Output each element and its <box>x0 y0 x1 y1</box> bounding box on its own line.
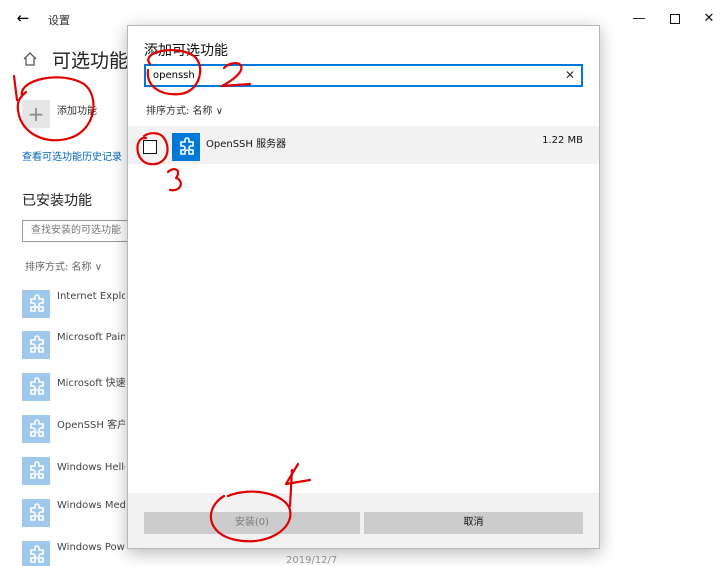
puzzle-icon <box>22 331 50 359</box>
dialog-footer: 安装(0) 取消 <box>128 493 599 548</box>
feature-history-link[interactable]: 查看可选功能历史记录 <box>22 148 122 163</box>
installed-feature-name[interactable]: Windows Hello 人脸 <box>57 458 125 473</box>
puzzle-icon <box>22 415 50 443</box>
back-arrow-icon[interactable]: ← <box>13 8 33 28</box>
puzzle-icon <box>172 133 200 161</box>
installed-feature-name[interactable]: Windows PowerShell ISE <box>57 542 125 553</box>
feature-name: OpenSSH 服务器 <box>206 139 287 150</box>
feature-checkbox[interactable] <box>143 140 157 154</box>
installed-feature-name[interactable]: Windows Media Player <box>57 500 125 511</box>
installed-feature-name[interactable]: Microsoft 快速助手 <box>57 374 125 389</box>
add-feature-dialog: 添加可选功能 ✕ 排序方式: 名称 ∨ OpenSSH 服务器 1.22 MB … <box>127 25 600 549</box>
puzzle-icon <box>22 290 50 318</box>
add-feature-button[interactable]: + <box>22 100 50 128</box>
minimize-button[interactable]: — <box>628 8 650 30</box>
puzzle-icon <box>22 541 50 566</box>
installed-sort-dropdown[interactable]: 排序方式: 名称 ∨ <box>25 258 102 273</box>
dialog-sort-dropdown[interactable]: 排序方式: 名称 ∨ <box>146 102 223 117</box>
page-title: 可选功能 <box>52 50 129 72</box>
installed-features-heading: 已安装功能 <box>22 193 92 209</box>
home-icon[interactable] <box>21 50 39 68</box>
annotation-1 <box>12 74 19 102</box>
feature-size: 1.22 MB <box>542 135 583 146</box>
maximize-icon <box>670 13 680 24</box>
list-item[interactable]: OpenSSH 服务器 1.22 MB <box>128 126 599 164</box>
installed-feature-name[interactable]: OpenSSH 客户端 <box>57 416 125 431</box>
dialog-title: 添加可选功能 <box>144 43 228 59</box>
dialog-search-input[interactable] <box>153 68 553 83</box>
clear-icon[interactable]: ✕ <box>565 67 575 84</box>
install-date: 2019/12/7 <box>286 555 338 566</box>
close-button[interactable]: ✕ <box>698 8 720 30</box>
maximize-button[interactable] <box>664 8 686 30</box>
dialog-search-box[interactable]: ✕ <box>144 64 583 87</box>
screen: ← 设置 — ✕ 可选功能 + 添加功能 查看可选功能历史记录 已安装功能 查找… <box>0 0 720 566</box>
installed-feature-name[interactable]: Microsoft Paint <box>57 332 125 343</box>
installed-search-input[interactable]: 查找安装的可选功能 <box>22 220 132 242</box>
add-feature-label[interactable]: 添加功能 <box>57 102 97 117</box>
puzzle-icon <box>22 373 50 401</box>
installed-feature-name[interactable]: Internet Explorer 11 <box>57 291 125 302</box>
cancel-button[interactable]: 取消 <box>364 512 583 534</box>
puzzle-icon <box>22 457 50 485</box>
install-button[interactable]: 安装(0) <box>144 512 360 534</box>
window-title: 设置 <box>48 14 70 27</box>
puzzle-icon <box>22 499 50 527</box>
